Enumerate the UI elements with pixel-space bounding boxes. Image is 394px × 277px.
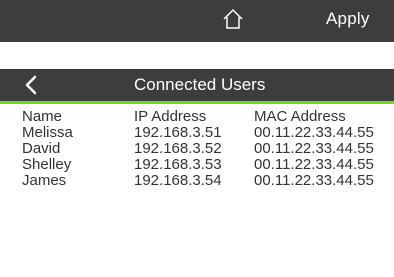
back-button[interactable]	[22, 73, 40, 97]
column-header-name: Name	[22, 108, 63, 125]
table-row: Melissa 192.168.3.51 00.11.22.33.44.55	[22, 125, 394, 141]
table-row: James 192.168.3.54 00.11.22.33.44.55	[22, 173, 394, 189]
cell-ip-address: 192.168.3.51	[134, 124, 222, 141]
cell-ip-address: 192.168.3.52	[134, 140, 222, 157]
chevron-left-icon	[25, 75, 37, 95]
table-row: Shelley 192.168.3.53 00.11.22.33.44.55	[22, 157, 394, 173]
table-row: David 192.168.3.52 00.11.22.33.44.55	[22, 141, 394, 157]
cell-name: Shelley	[22, 156, 72, 173]
apply-button[interactable]: Apply	[326, 8, 370, 30]
cell-mac-address: 00.11.22.33.44.55	[254, 140, 374, 157]
table-header-row: Name IP Address MAC Address	[22, 109, 394, 125]
connected-users-table: Name IP Address MAC Address Melissa 192.…	[22, 109, 394, 189]
home-button[interactable]	[222, 6, 244, 32]
connected-users-header: Connected Users	[0, 69, 394, 104]
cell-name: James	[22, 172, 67, 189]
cell-mac-address: 00.11.22.33.44.55	[254, 172, 374, 189]
cell-name: Melissa	[22, 124, 73, 141]
cell-name: David	[22, 140, 61, 157]
column-header-mac-address: MAC Address	[254, 108, 346, 125]
column-header-ip-address: IP Address	[134, 108, 207, 125]
cell-ip-address: 192.168.3.53	[134, 156, 222, 173]
page-title: Connected Users	[134, 75, 266, 94]
top-toolbar: Apply	[0, 0, 394, 42]
cell-ip-address: 192.168.3.54	[134, 172, 222, 189]
home-icon	[223, 8, 243, 29]
cell-mac-address: 00.11.22.33.44.55	[254, 156, 374, 173]
cell-mac-address: 00.11.22.33.44.55	[254, 124, 374, 141]
